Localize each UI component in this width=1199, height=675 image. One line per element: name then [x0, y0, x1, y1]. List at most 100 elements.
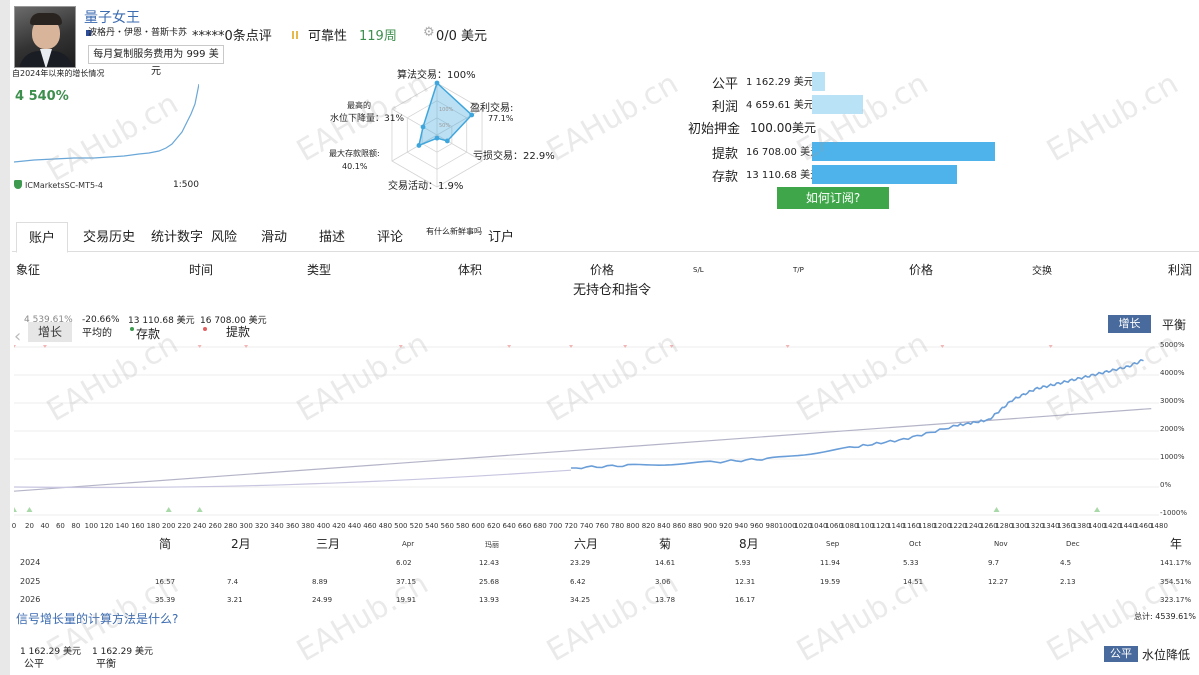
- growth-chart[interactable]: [14, 304, 1199, 536]
- monthly-cell[interactable]: 6.02: [396, 559, 412, 567]
- x-tick-label: 640: [502, 522, 516, 530]
- gear-icon: ⚙: [423, 25, 435, 40]
- x-tick-label: 960: [750, 522, 764, 530]
- tab-account[interactable]: 账户: [16, 222, 69, 253]
- shield-icon: [14, 180, 22, 189]
- y-tick-label: 0%: [1160, 481, 1172, 489]
- x-tick-label: 20: [25, 522, 34, 530]
- col-sl[interactable]: S/L: [693, 266, 704, 274]
- growth-method-link[interactable]: 信号增长量的计算方法是什么?: [16, 610, 178, 627]
- fin-value-equity: 1 162.29 美元: [746, 77, 814, 88]
- tab-bar: 账户 交易历史 统计数字 风险 滑动 描述 评论 有什么新鲜事吗 订户: [12, 222, 1199, 253]
- tab-description[interactable]: 描述: [319, 226, 345, 245]
- monthly-cell[interactable]: 14.51: [903, 578, 923, 586]
- monthly-cell[interactable]: 12.31: [735, 578, 755, 586]
- fin-value-initial: 100.00美元: [750, 121, 816, 135]
- fin-label-initial: 初始押金: [687, 122, 740, 137]
- month-header: Nov: [994, 540, 1008, 548]
- monthly-cell[interactable]: 323.17%: [1160, 596, 1191, 604]
- x-tick-label: 900: [703, 522, 717, 530]
- monthly-cell[interactable]: 37.15: [396, 578, 416, 586]
- tab-statistics[interactable]: 统计数字: [151, 226, 203, 245]
- monthly-cell[interactable]: 13.78: [655, 596, 675, 604]
- monthly-cell[interactable]: 16.57: [155, 578, 175, 586]
- equity-button[interactable]: 公平: [1104, 646, 1138, 662]
- fin-label-deposit: 存款: [711, 170, 738, 185]
- monthly-cell[interactable]: 7.4: [227, 578, 238, 586]
- col-symbol[interactable]: 象征: [16, 261, 40, 278]
- monthly-cell[interactable]: 3.06: [655, 578, 671, 586]
- x-tick-label: 200: [162, 522, 176, 530]
- x-tick-label: 600: [471, 522, 485, 530]
- tab-news[interactable]: 有什么新鲜事吗: [426, 226, 482, 237]
- col-volume[interactable]: 体积: [458, 261, 482, 278]
- monthly-cell[interactable]: 8.89: [312, 578, 328, 586]
- tab-slippage[interactable]: 滑动: [261, 226, 287, 245]
- monthly-cell[interactable]: 354.51%: [1160, 578, 1191, 586]
- avatar[interactable]: [14, 6, 76, 68]
- tab-subscribers[interactable]: 订户: [488, 226, 514, 245]
- x-axis-ticks: 0 20 40 60 80 100 120 140 160 180 200 220 240 260 280 3…: [12, 522, 1168, 534]
- col-swap[interactable]: 交换: [1032, 262, 1052, 277]
- monthly-cell[interactable]: 11.94: [820, 559, 840, 567]
- tab-risk[interactable]: 风险: [211, 226, 237, 245]
- col-price[interactable]: 价格: [590, 261, 614, 278]
- footer-equity-name[interactable]: 公平: [24, 655, 44, 670]
- monthly-cell[interactable]: 16.17: [735, 596, 755, 604]
- x-tick-label: 680: [533, 522, 547, 530]
- monthly-cell[interactable]: 2.13: [1060, 578, 1076, 586]
- monthly-cell[interactable]: 25.68: [479, 578, 499, 586]
- mini-growth-chart[interactable]: [14, 74, 199, 169]
- monthly-cell[interactable]: 5.33: [903, 559, 919, 567]
- left-scroll-strip: [0, 0, 10, 675]
- tab-reviews[interactable]: 评论: [377, 226, 403, 245]
- x-tick-label: 280: [223, 522, 238, 530]
- x-tick-label: 760: [595, 522, 609, 530]
- x-tick-label: 800: [626, 522, 640, 530]
- y-tick-label: -1000%: [1160, 509, 1187, 517]
- monthly-cell[interactable]: 35.39: [155, 596, 175, 604]
- x-tick-label: 560: [440, 522, 454, 530]
- weeks-count: 119周: [359, 29, 397, 44]
- col-type[interactable]: 类型: [307, 261, 331, 278]
- radar-algo-label: 算法交易：100%: [397, 70, 476, 81]
- y-tick-label: 3000%: [1160, 397, 1185, 405]
- radar-point: [416, 143, 422, 148]
- x-tick-label: 100: [84, 522, 99, 530]
- subscribe-button[interactable]: 如何订阅?: [777, 187, 889, 209]
- col-price2[interactable]: 价格: [909, 261, 933, 278]
- monthly-cell[interactable]: 34.25: [570, 596, 590, 604]
- monthly-cell[interactable]: 19.91: [396, 596, 416, 604]
- monthly-cell[interactable]: 12.43: [479, 559, 499, 567]
- tab-history[interactable]: 交易历史: [83, 226, 135, 245]
- monthly-cell[interactable]: 9.7: [988, 559, 999, 567]
- monthly-cell[interactable]: 3.21: [227, 596, 243, 604]
- x-tick-label: 720: [564, 522, 578, 530]
- monthly-cell[interactable]: 4.5: [1060, 559, 1071, 567]
- monthly-cell[interactable]: 6.42: [570, 578, 586, 586]
- x-tick-label: 160: [131, 522, 145, 530]
- monthly-cell[interactable]: 24.99: [312, 596, 332, 604]
- monthly-cell[interactable]: 19.59: [820, 578, 840, 586]
- month-header: 8月: [739, 537, 759, 551]
- broker-name[interactable]: ICMarketsSC-MT5-4: [25, 181, 103, 190]
- x-tick-label: 60: [55, 522, 65, 530]
- monthly-cell[interactable]: 23.29: [570, 559, 590, 567]
- provider-name[interactable]: 波格丹・伊恩・普斯卡苏: [88, 25, 187, 38]
- signal-title[interactable]: 量子女王: [84, 7, 140, 27]
- col-profit[interactable]: 利润: [1168, 261, 1192, 278]
- monthly-cell[interactable]: 141.17%: [1160, 559, 1191, 567]
- drawdown-button[interactable]: 水位降低: [1142, 646, 1190, 663]
- monthly-cell[interactable]: 14.61: [655, 559, 675, 567]
- col-tp[interactable]: T/P: [793, 266, 804, 274]
- month-header: 简: [159, 537, 172, 551]
- growth-line: [571, 359, 1144, 470]
- fin-value-withdrawal: 16 708.00 美元: [746, 147, 821, 158]
- footer-balance-name[interactable]: 平衡: [96, 655, 116, 670]
- broker[interactable]: ICMarketsSC-MT5-4: [14, 180, 103, 190]
- rating[interactable]: *****0条点评: [192, 25, 272, 44]
- col-time[interactable]: 时间: [189, 261, 213, 278]
- monthly-cell[interactable]: 12.27: [988, 578, 1008, 586]
- monthly-cell[interactable]: 13.93: [479, 596, 499, 604]
- monthly-cell[interactable]: 5.93: [735, 559, 751, 567]
